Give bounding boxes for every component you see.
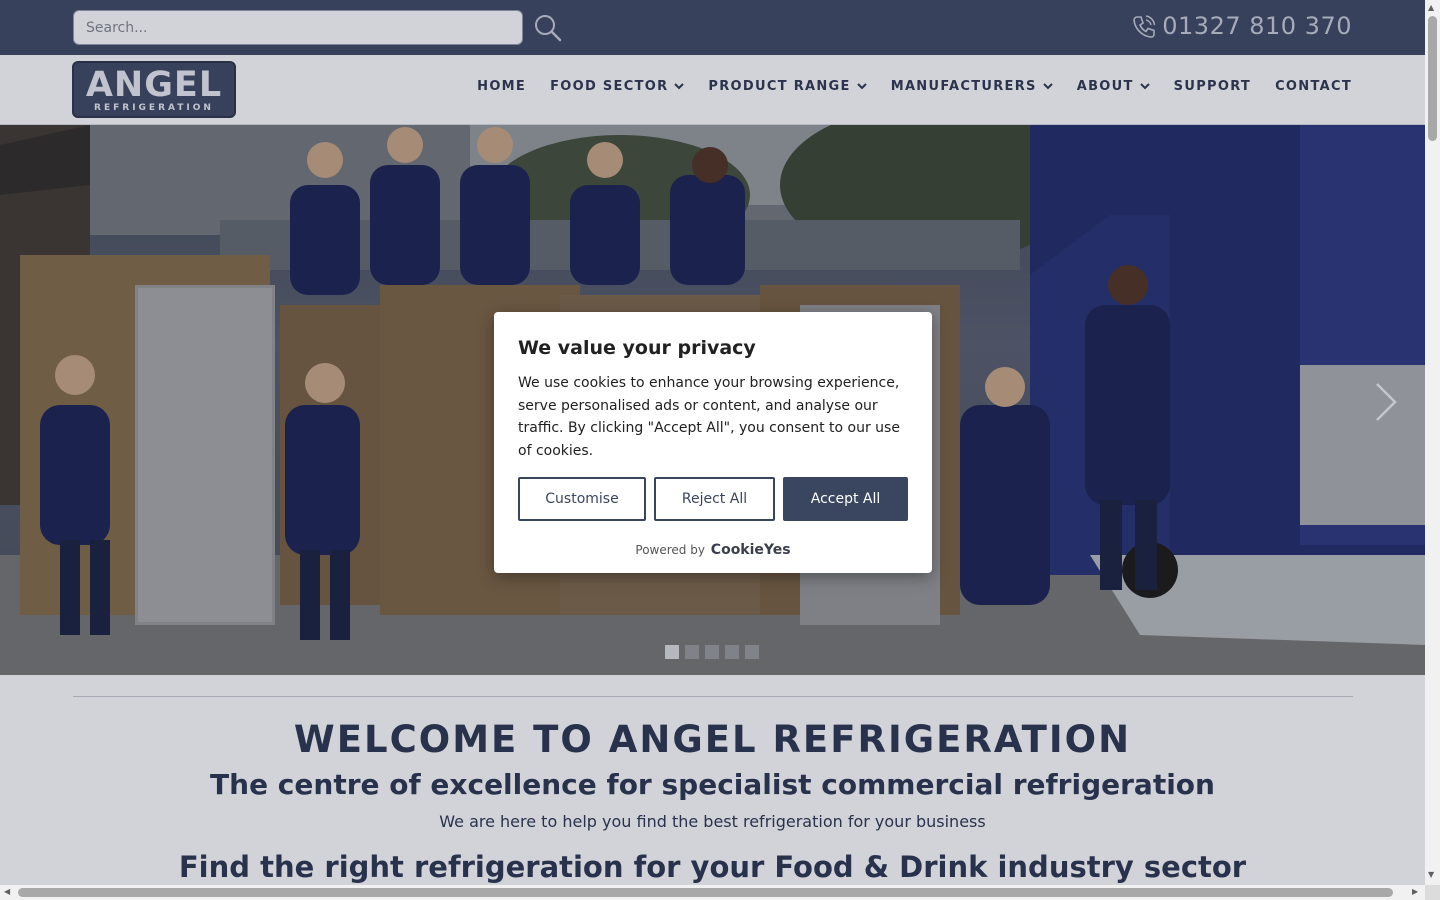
cookie-description: We use cookies to enhance your browsing … (518, 375, 900, 459)
scroll-up-icon[interactable]: ▲ (1428, 3, 1434, 12)
cookie-title: We value your privacy (518, 337, 756, 359)
cookie-consent-modal: We value your privacy We use cookies to … (494, 312, 932, 573)
scroll-right-icon[interactable]: ▶ (1412, 887, 1418, 896)
cookieyes-logo[interactable]: CookieYes (711, 542, 791, 558)
scroll-down-icon[interactable]: ▼ (1428, 870, 1434, 879)
customise-button[interactable]: Customise (518, 477, 646, 521)
scrollbar-corner (1425, 885, 1440, 900)
horizontal-scrollbar[interactable]: ◀ ▶ (0, 885, 1425, 900)
reject-all-button[interactable]: Reject All (654, 477, 775, 521)
accept-all-button[interactable]: Accept All (783, 477, 908, 521)
scroll-left-icon[interactable]: ◀ (4, 887, 10, 896)
horizontal-scroll-thumb[interactable] (18, 888, 1393, 897)
vertical-scrollbar[interactable]: ▲ ▼ (1425, 0, 1440, 885)
powered-by: Powered by CookieYes (494, 542, 932, 558)
vertical-scroll-thumb[interactable] (1428, 16, 1437, 141)
powered-by-label: Powered by (635, 543, 705, 557)
